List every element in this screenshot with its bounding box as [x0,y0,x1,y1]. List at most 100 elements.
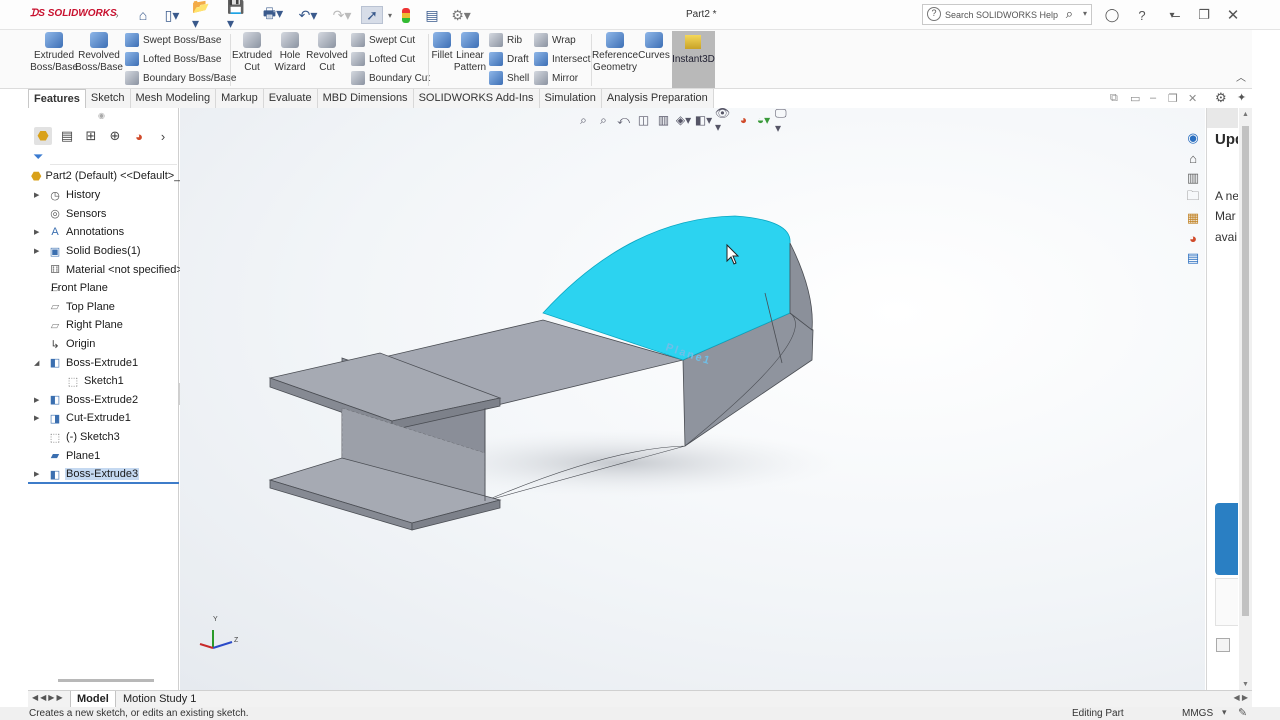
tree-item-boss-extrude2[interactable]: ▶ ◧ Boss-Extrude2 [28,391,179,410]
home-icon[interactable]: ⌂ [134,6,152,24]
redo-icon[interactable]: ↷▾ [330,6,354,24]
wrap-button[interactable]: Wrap [534,32,576,48]
draft-button[interactable]: Draft [489,51,529,67]
tree-item-origin[interactable]: ↳ Origin [28,335,179,354]
tab-solidworks-add-ins[interactable]: SOLIDWORKS Add-Ins [413,89,540,108]
expand-icon[interactable]: ▶ [34,247,39,255]
curves-button[interactable]: Curves [638,32,670,62]
tree-item-boss-extrude3[interactable]: ▶ ◧ Boss-Extrude3 [28,465,179,484]
panel-grip-icon[interactable]: ◉ [98,111,105,120]
extruded-boss-button[interactable]: Extruded Boss/Base [30,32,78,74]
swept-boss-button[interactable]: Swept Boss/Base [125,32,221,48]
download-button[interactable] [1215,503,1238,575]
save-icon[interactable]: 💾▾ [227,0,251,31]
extruded-cut-button[interactable]: Extruded Cut [232,32,272,74]
tree-item-sketch1[interactable]: ⬚ Sketch1 [28,372,179,391]
open-icon[interactable]: 📂▾ [192,0,216,31]
instant3d-button[interactable]: Instant3D [672,31,715,88]
dont-show-checkbox[interactable] [1216,638,1230,652]
tree-item-plane1[interactable]: ▰ Plane1 [28,446,179,465]
tree-item-annotations[interactable]: ▶ A Annotations [28,223,179,242]
mirror-button[interactable]: Mirror [534,70,578,86]
quick-tips-icon[interactable]: ✎ [1238,706,1247,719]
doc-restore-icon[interactable]: ❐ [1168,92,1178,105]
file-properties-icon[interactable]: ▤ [423,6,441,24]
rebuild-icon[interactable] [399,6,413,24]
close-icon[interactable]: ✕ [1225,7,1241,24]
tab-model[interactable]: Model [70,691,116,708]
expand-icon[interactable]: ▶ [34,470,39,478]
hole-wizard-button[interactable]: Hole Wizard [272,32,308,74]
revolved-boss-button[interactable]: Revolved Boss/Base [75,32,123,74]
configuration-manager-tab-icon[interactable]: ⊞ [82,127,100,145]
restore-icon[interactable]: ❐ [1196,7,1212,23]
doc-close-icon[interactable]: ✕ [1188,92,1197,105]
minimize-icon[interactable]: – [1168,7,1184,23]
tree-item-cut-extrude1[interactable]: ▶ ◨ Cut-Extrude1 [28,409,179,428]
appearances-icon[interactable]: ◕ [1183,228,1203,248]
reference-geometry-button[interactable]: Reference Geometry [592,32,638,74]
boundary-cut-button[interactable]: Boundary Cut [351,70,430,86]
tab-mesh-modeling[interactable]: Mesh Modeling [130,89,217,108]
swept-cut-button[interactable]: Swept Cut [351,32,415,48]
help-icon[interactable]: ? [1134,7,1150,23]
rib-button[interactable]: Rib [489,32,522,48]
collapse-icon[interactable]: ◢ [34,359,39,367]
print-icon[interactable]: 🖶▾ [261,5,285,24]
intersect-button[interactable]: Intersect [534,51,590,67]
scroll-down-icon[interactable]: ▼ [1242,681,1249,688]
model-canvas[interactable]: Plane1 [180,108,1205,690]
fillet-button[interactable]: Fillet [430,32,454,62]
filter-icon[interactable]: ⏷ [33,149,43,165]
collapse-ribbon-icon[interactable]: ︿ [1236,69,1246,84]
search-input[interactable]: Search SOLIDWORKS Help [945,10,1058,20]
expand-icon[interactable]: ▶ [34,228,39,236]
scrollbar-thumb[interactable] [1242,126,1249,616]
new-document-icon[interactable]: ▯▾ [160,6,184,24]
tree-item-sensors[interactable]: ◎ Sensors [28,205,179,224]
doc-tile-icon[interactable]: ⧉ [1110,92,1118,105]
doc-cascade-icon[interactable]: ▭ [1130,92,1140,105]
solidworks-resources-icon[interactable]: ◉ [1183,128,1203,148]
select-dropdown-icon[interactable]: ▾ [385,6,395,24]
tab-features[interactable]: Features [28,89,86,108]
feature-manager-tab-icon[interactable]: ⬣ [34,127,52,145]
search-dropdown-icon[interactable]: ▾ [1083,9,1087,18]
tab-analysis-preparation[interactable]: Analysis Preparation [601,89,714,108]
user-icon[interactable]: ◯ [1104,7,1120,23]
scroll-left-right-icon[interactable]: ◀ ▶ [1233,693,1248,702]
tab-mbd-dimensions[interactable]: MBD Dimensions [317,89,414,108]
units-dropdown-icon[interactable]: ▾ [1222,707,1227,718]
options-icon[interactable]: ⚙▾ [447,6,475,24]
search-box[interactable]: ? Search SOLIDWORKS Help ⌕ ▾ [922,4,1092,25]
tree-item-material[interactable]: ⚅ Material <not specified> [28,260,183,279]
shell-button[interactable]: Shell [489,70,529,86]
design-library-icon[interactable]: ▥ [1183,168,1203,188]
dimxpert-tab-icon[interactable]: ⊕ [106,127,124,145]
search-icon[interactable]: ⌕ [1066,6,1073,22]
tab-motion-study-1[interactable]: Motion Study 1 [117,691,202,708]
expand-icon[interactable]: ▶ [34,191,39,199]
custom-properties-icon[interactable]: ▤ [1183,248,1203,268]
tab-markup[interactable]: Markup [216,89,264,108]
tree-item-top-plane[interactable]: ▱ Top Plane [28,298,179,317]
filter-input[interactable] [50,164,177,165]
panel-horizontal-scrollbar[interactable] [58,679,154,682]
tree-item-sketch3[interactable]: ⬚ (-) Sketch3 [28,428,179,447]
tree-item-front-plane[interactable]: ▱ Front Plane [28,279,179,298]
units-selector[interactable]: MMGS [1182,708,1213,719]
display-manager-tab-icon[interactable]: ◕ [130,127,148,145]
tab-navigation-arrows[interactable]: ◀◀▶▶ [32,693,65,702]
more-tabs-icon[interactable]: › [154,127,172,145]
property-manager-tab-icon[interactable]: ▤ [58,127,76,145]
graphics-area[interactable]: ⌕ ⌕ ⤺ ◫ ▥ ◈▾ ◧▾ 👁▾ ◕ ◒▾ 🖵▾ Plane1 Y Z [180,108,1205,690]
lofted-boss-button[interactable]: Lofted Boss/Base [125,51,221,67]
expand-icon[interactable]: ▶ [34,396,39,404]
doc-minimize-icon[interactable]: – [1150,92,1156,104]
undo-icon[interactable]: ↶▾ [294,6,322,24]
linear-pattern-button[interactable]: Linear Pattern [454,32,486,74]
revolved-cut-button[interactable]: Revolved Cut [306,32,348,74]
task-pane-settings-icon[interactable]: ⚙ [1215,90,1227,106]
tree-root[interactable]: ⬣ Part2 (Default) <<Default>_D [31,169,188,183]
task-pane-scrollbar[interactable]: ▲ ▼ [1239,108,1252,690]
